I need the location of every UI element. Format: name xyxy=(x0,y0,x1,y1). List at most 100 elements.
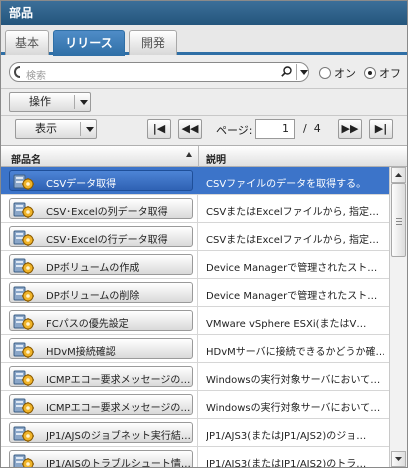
gear-server-icon xyxy=(13,312,35,331)
component-name: JP1/AJSのジョブネット実行結… xyxy=(46,431,190,442)
gear-server-icon xyxy=(13,228,35,247)
page-total: / 4 xyxy=(303,122,321,135)
column-header-name[interactable]: 部品名 xyxy=(11,151,41,166)
gear-server-icon xyxy=(13,200,35,219)
scroll-down-button[interactable] xyxy=(391,451,406,467)
search-scope-off-radio[interactable] xyxy=(364,67,376,79)
scrollbar-thumb[interactable] xyxy=(391,183,406,257)
table-row[interactable]: HDvM接続確認 HDvMサーバに接続できるかどうか確… xyxy=(1,335,389,363)
component-button[interactable]: FCパスの優先設定 xyxy=(9,310,193,331)
component-name: DPボリュームの削除 xyxy=(46,291,140,302)
tab-strip: 基本 リリース 開発 xyxy=(1,25,407,56)
table-row[interactable]: ICMPエコー要求メッセージの… Windowsの実行対象サーバにおいて… xyxy=(1,391,389,419)
column-header-description[interactable]: 説明 xyxy=(206,151,226,166)
table-row[interactable]: JP1/AJSのジョブネット実行結… JP1/AJS3(またはJP1/AJS2)の… xyxy=(1,419,389,447)
vertical-scrollbar[interactable] xyxy=(389,167,407,467)
gear-server-icon xyxy=(13,396,35,415)
table-row[interactable]: CSV･Excelの列データ取得 CSVまたはExcelファイルから, 指定… xyxy=(1,195,389,223)
component-name-cell: JP1/AJSのジョブネット実行結… xyxy=(1,419,198,446)
table-row[interactable]: JP1/AJSのトラブルシュート情… JP1/AJS3(またはJP1/AJS2)の… xyxy=(1,447,389,467)
scroll-grip xyxy=(396,221,402,222)
search-input[interactable]: 検索 xyxy=(26,67,46,82)
scroll-up-arrow-icon xyxy=(395,173,402,177)
column-divider[interactable] xyxy=(198,146,199,167)
button-split xyxy=(80,122,81,136)
gear-server-icon xyxy=(13,256,35,275)
tab-development[interactable]: 開発 xyxy=(129,30,177,55)
component-button[interactable]: DPボリュームの作成 xyxy=(9,254,193,275)
component-button[interactable]: CSV･Excelの列データ取得 xyxy=(9,198,193,219)
component-name-cell: ICMPエコー要求メッセージの… xyxy=(1,391,198,418)
search-box: 検索 xyxy=(9,62,309,82)
gear-server-icon xyxy=(13,368,35,387)
component-name: JP1/AJSのトラブルシュート情… xyxy=(46,459,190,467)
search-scope-on-label: オン xyxy=(334,67,356,80)
gear-server-icon xyxy=(13,340,35,359)
component-button[interactable]: DPボリュームの削除 xyxy=(9,282,193,303)
component-description: JP1/AJS3(またはJP1/AJS2)のトラ… xyxy=(206,459,367,467)
component-button[interactable]: JP1/AJSのジョブネット実行結… xyxy=(9,422,193,443)
component-description: Device Managerで管理されたスト… xyxy=(206,291,378,302)
page-label: ページ: xyxy=(216,124,253,137)
table-row[interactable]: FCパスの優先設定 VMware vSphere ESXi(またはV… xyxy=(1,307,389,335)
table-row[interactable]: DPボリュームの作成 Device Managerで管理されたスト… xyxy=(1,251,389,279)
display-menu-label: 表示 xyxy=(35,122,57,135)
scroll-up-button[interactable] xyxy=(391,167,406,183)
chevron-down-icon xyxy=(80,100,88,105)
component-description: Windowsの実行対象サーバにおいて… xyxy=(206,403,381,414)
last-page-button[interactable]: ▶| xyxy=(369,119,393,139)
table-row[interactable]: CSV･Excelの行データ取得 CSVまたはExcelファイルから, 指定… xyxy=(1,223,389,251)
gear-server-icon xyxy=(13,452,35,467)
component-name-cell: FCパスの優先設定 xyxy=(1,307,198,334)
scroll-grip xyxy=(396,224,402,225)
component-name: CSV･Excelの行データ取得 xyxy=(46,235,168,246)
chevron-down-icon xyxy=(300,70,308,75)
divider xyxy=(1,88,407,89)
gear-server-icon xyxy=(13,424,35,443)
component-button[interactable]: HDvM接続確認 xyxy=(9,338,193,359)
gear-server-icon xyxy=(13,284,35,303)
table-row[interactable]: ICMPエコー要求メッセージの… Windowsの実行対象サーバにおいて… xyxy=(1,363,389,391)
search-scope-on-radio[interactable] xyxy=(319,67,331,79)
search-options-dropdown[interactable] xyxy=(296,64,311,80)
search-scope-off-label: オフ xyxy=(379,67,401,80)
sort-ascending-icon xyxy=(186,152,192,157)
table-row[interactable]: CSVデータ取得 CSVファイルのデータを取得する。 xyxy=(1,167,389,195)
component-description: CSVまたはExcelファイルから, 指定… xyxy=(206,235,380,246)
component-description: CSVファイルのデータを取得する。 xyxy=(206,179,367,190)
operation-menu-label: 操作 xyxy=(29,95,51,108)
divider xyxy=(1,115,407,116)
button-split xyxy=(74,95,75,109)
display-menu-button[interactable]: 表示 xyxy=(15,119,97,139)
component-name-cell: HDvM接続確認 xyxy=(1,335,198,362)
component-button[interactable]: ICMPエコー要求メッセージの… xyxy=(9,366,193,387)
previous-page-button[interactable]: ◀◀ xyxy=(178,119,202,139)
component-name-cell: CSV･Excelの列データ取得 xyxy=(1,195,198,222)
component-name: ICMPエコー要求メッセージの… xyxy=(46,403,190,414)
component-button[interactable]: ICMPエコー要求メッセージの… xyxy=(9,394,193,415)
operation-menu-button[interactable]: 操作 xyxy=(9,92,91,112)
tab-basic[interactable]: 基本 xyxy=(5,30,49,55)
first-page-icon: |◀ xyxy=(152,122,166,135)
magnifier-icon[interactable] xyxy=(281,66,292,77)
page-separator: / xyxy=(303,122,307,135)
scroll-down-arrow-icon xyxy=(395,457,402,461)
component-button[interactable]: JP1/AJSのトラブルシュート情… xyxy=(9,450,193,467)
component-panel: 部品 基本 リリース 開発 検索 オン オフ 操作 表示 |◀ ◀◀ ページ: … xyxy=(0,0,408,468)
component-button[interactable]: CSVデータ取得 xyxy=(9,170,193,191)
component-description: Device Managerで管理されたスト… xyxy=(206,263,378,274)
component-name: CSVデータ取得 xyxy=(46,179,117,190)
search-scope-icon xyxy=(14,66,20,78)
page-number-input[interactable]: 1 xyxy=(255,119,295,139)
next-page-icon: ▶▶ xyxy=(341,122,359,135)
component-description: Windowsの実行対象サーバにおいて… xyxy=(206,375,381,386)
component-button[interactable]: CSV･Excelの行データ取得 xyxy=(9,226,193,247)
tab-release[interactable]: リリース xyxy=(53,30,125,56)
component-name: CSV･Excelの列データ取得 xyxy=(46,207,168,218)
table-row[interactable]: DPボリュームの削除 Device Managerで管理されたスト… xyxy=(1,279,389,307)
first-page-button[interactable]: |◀ xyxy=(147,119,171,139)
next-page-button[interactable]: ▶▶ xyxy=(338,119,362,139)
previous-page-icon: ◀◀ xyxy=(181,122,199,135)
panel-title: 部品 xyxy=(1,1,407,25)
component-name: ICMPエコー要求メッセージの… xyxy=(46,375,190,386)
